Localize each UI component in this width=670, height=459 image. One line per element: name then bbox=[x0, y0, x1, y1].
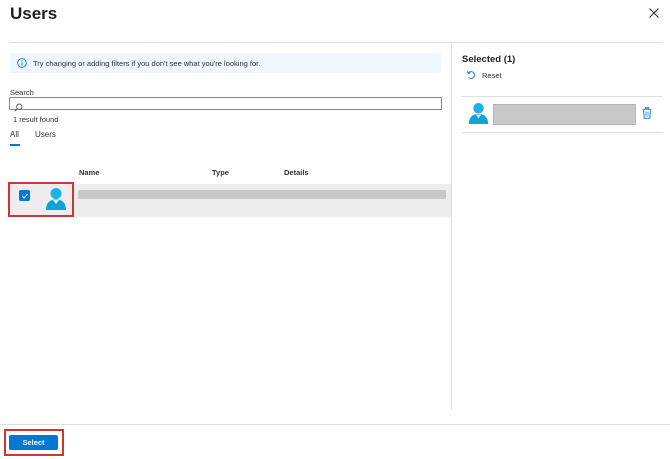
trash-icon[interactable] bbox=[642, 106, 652, 119]
info-icon bbox=[17, 58, 27, 68]
selected-title: Selected (1) bbox=[462, 54, 516, 65]
table-row[interactable] bbox=[10, 184, 451, 217]
user-avatar-icon bbox=[468, 102, 489, 125]
search-icon bbox=[14, 99, 23, 112]
close-icon[interactable] bbox=[648, 7, 660, 19]
column-header-details[interactable]: Details bbox=[284, 168, 309, 177]
footer-divider bbox=[0, 424, 670, 425]
redacted-user-name bbox=[78, 190, 446, 199]
search-input[interactable] bbox=[26, 98, 436, 109]
info-message: Try changing or adding filters if you do… bbox=[33, 58, 261, 68]
select-button-highlight bbox=[4, 429, 64, 456]
reset-button[interactable]: Reset bbox=[466, 70, 502, 80]
redacted-selected-user bbox=[493, 104, 636, 125]
search-label: Search bbox=[10, 88, 34, 97]
result-count: 1 result found bbox=[13, 115, 59, 124]
tab-users[interactable]: Users bbox=[35, 130, 56, 139]
reset-icon bbox=[466, 70, 476, 80]
page-title: Users bbox=[10, 4, 58, 23]
active-tab-indicator bbox=[10, 144, 20, 146]
tab-all[interactable]: All bbox=[10, 130, 19, 139]
header-divider bbox=[9, 42, 662, 43]
selected-list-divider bbox=[462, 132, 663, 133]
row-selection-highlight bbox=[8, 182, 74, 217]
column-header-type[interactable]: Type bbox=[212, 168, 229, 177]
pane-divider bbox=[451, 43, 452, 410]
selected-list-divider bbox=[462, 96, 663, 97]
search-box[interactable] bbox=[9, 97, 442, 112]
reset-label: Reset bbox=[482, 70, 502, 80]
column-header-name[interactable]: Name bbox=[79, 168, 99, 177]
info-banner: Try changing or adding filters if you do… bbox=[10, 53, 441, 73]
